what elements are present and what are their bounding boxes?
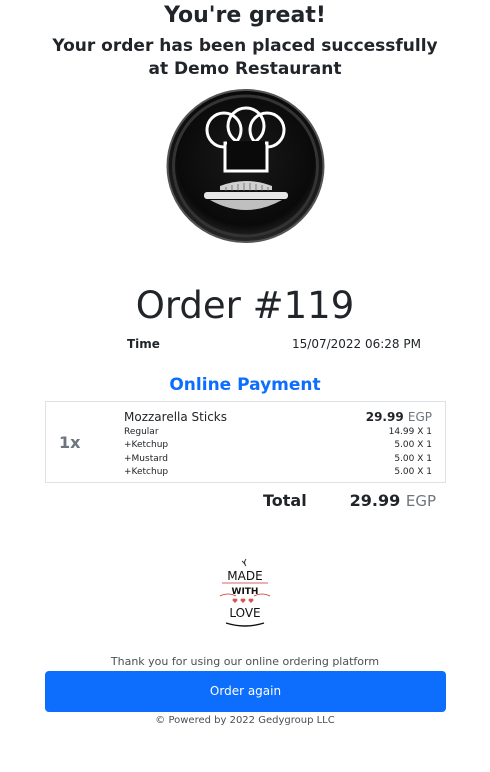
time-value: 15/07/2022 06:28 PM bbox=[292, 337, 421, 351]
order-number: Order #119 bbox=[135, 284, 355, 327]
item-option-label: +Ketchup bbox=[124, 440, 169, 450]
success-message: Your order has been placed successfully … bbox=[52, 36, 438, 79]
made-with-love-icon: MADE WITH LOVE bbox=[216, 557, 274, 631]
total-label: Total bbox=[263, 491, 307, 510]
item-option-price: 14.99 X 1 bbox=[388, 427, 432, 437]
item-price-value: 29.99 bbox=[365, 410, 404, 424]
powered-by: © Powered by 2022 Gedygroup LLC bbox=[155, 715, 335, 726]
payment-method: Online Payment bbox=[169, 375, 321, 395]
chef-hat-icon bbox=[166, 89, 325, 243]
time-label: Time bbox=[127, 337, 160, 351]
item-option-price: 5.00 X 1 bbox=[394, 467, 432, 477]
item-option-price: 5.00 X 1 bbox=[394, 440, 432, 450]
item-price: 29.99 EGP bbox=[366, 410, 432, 424]
total-value: 29.99 EGP bbox=[350, 491, 436, 510]
item-option-label: +Ketchup bbox=[124, 467, 169, 477]
item-option-price: 5.00 X 1 bbox=[394, 454, 432, 464]
badge-line3: LOVE bbox=[229, 606, 260, 620]
success-title: You're great! bbox=[164, 3, 326, 28]
thanks-message: Thank you for using our online ordering … bbox=[110, 655, 380, 668]
restaurant-logo bbox=[166, 88, 325, 244]
item-name: Mozzarella Sticks bbox=[124, 410, 227, 424]
order-again-button[interactable]: Order again bbox=[45, 671, 446, 712]
total-currency: EGP bbox=[405, 492, 436, 510]
order-time-row: Time 15/07/2022 06:28 PM bbox=[0, 337, 490, 355]
total-amount: 29.99 bbox=[349, 491, 401, 510]
item-option-label: +Mustard bbox=[124, 454, 168, 464]
badge-line1: MADE bbox=[227, 569, 262, 583]
item-currency: EGP bbox=[407, 410, 432, 424]
item-quantity: 1x bbox=[59, 433, 81, 452]
order-items-list: 1x Mozzarella Sticks 29.99 EGP Regular 1… bbox=[45, 401, 446, 483]
item-option-label: Regular bbox=[124, 427, 159, 437]
